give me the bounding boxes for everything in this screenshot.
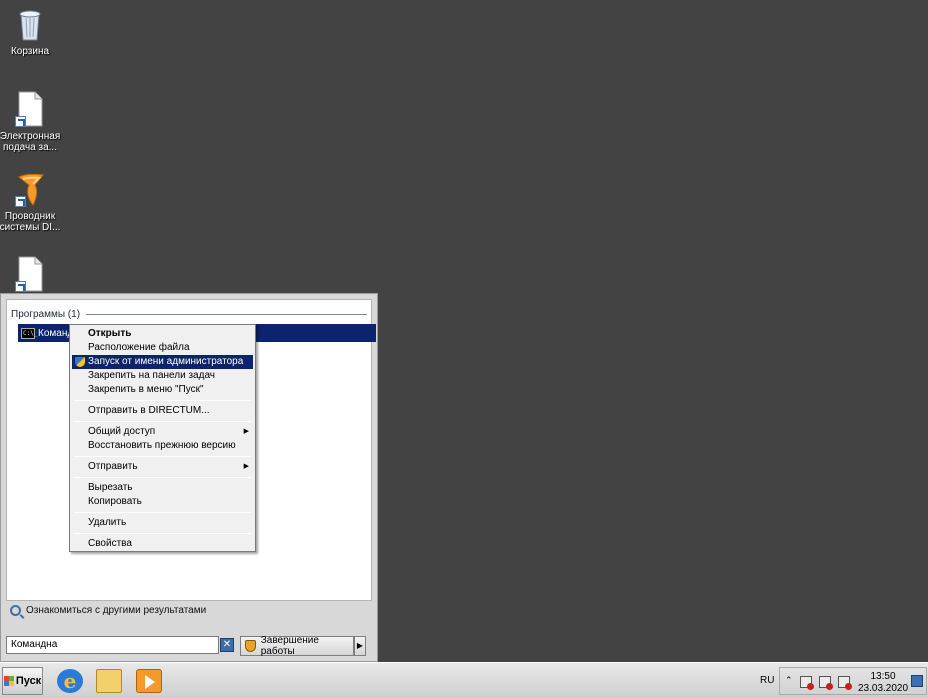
desktop-icon-recycle-bin[interactable]: Корзина — [0, 6, 62, 57]
shutdown-options-arrow[interactable]: ▶ — [354, 636, 366, 656]
network-icon[interactable] — [819, 676, 833, 690]
shutdown-label: Завершение работы — [260, 635, 319, 657]
menu-separator — [74, 421, 251, 422]
language-indicator[interactable]: RU — [760, 675, 774, 686]
taskbar: Пуск e RU ⌃ 13:50 23.03.2020 — [0, 662, 928, 698]
menu-item-label: Свойства — [88, 538, 132, 549]
file-explorer-icon[interactable] — [96, 669, 122, 693]
menu-item-label: Запуск от имени администратора — [88, 356, 244, 367]
menu-separator — [74, 400, 251, 401]
document-shortcut-icon — [13, 91, 47, 127]
desktop-icon-directum-explorer[interactable]: Проводник системы DI... — [0, 171, 62, 233]
shutdown-button[interactable]: Завершение работы — [240, 635, 354, 657]
document-shortcut-icon — [13, 256, 47, 292]
submenu-arrow-icon: ▶ — [243, 428, 249, 435]
internet-explorer-icon[interactable]: e — [57, 669, 83, 693]
see-more-results-link[interactable]: Ознакомиться с другими результатами — [10, 605, 206, 616]
desktop-icon-label: Проводник системы DI... — [0, 211, 61, 233]
menu-separator — [74, 533, 251, 534]
menu-separator — [74, 477, 251, 478]
see-more-results-label: Ознакомиться с другими результатами — [26, 605, 207, 616]
uac-shield-icon — [75, 357, 85, 367]
section-header-label: Программы (1) — [11, 309, 81, 320]
clock-date: 23.03.2020 — [858, 683, 909, 694]
menu-item-label: Отправить в DIRECTUM... — [88, 405, 210, 416]
clock-time: 13:50 — [870, 671, 896, 682]
clock[interactable]: 13:50 23.03.2020 — [858, 671, 908, 695]
volume-icon[interactable] — [838, 676, 852, 690]
clear-search-icon[interactable]: ✕ — [220, 638, 234, 652]
desktop-icon-electronic-submission[interactable]: Электронная подача за... — [0, 91, 62, 153]
desktop-icon-label: Электронная подача за... — [0, 131, 61, 153]
system-tray: ⌃ 13:50 23.03.2020 — [779, 667, 927, 695]
menu-item-label: Открыть — [88, 328, 132, 339]
menu-item-file-location[interactable]: Расположение файла — [72, 341, 253, 355]
start-button[interactable]: Пуск — [2, 667, 43, 695]
show-desktop-icon[interactable] — [911, 675, 923, 687]
section-divider — [86, 314, 367, 315]
menu-item-send-to[interactable]: Отправить ▶ — [72, 460, 253, 474]
menu-item-label: Общий доступ — [88, 426, 156, 437]
shortcut-arrow-icon — [15, 116, 26, 127]
menu-separator — [74, 512, 251, 513]
desktop-icon-label: Корзина — [10, 46, 50, 57]
menu-item-label: Удалить — [88, 517, 127, 528]
menu-item-delete[interactable]: Удалить — [72, 516, 253, 530]
start-button-label: Пуск — [15, 675, 42, 687]
recycle-bin-icon — [13, 6, 47, 42]
menu-item-pin-start[interactable]: Закрепить в меню "Пуск" — [72, 383, 253, 397]
menu-separator — [74, 456, 251, 457]
menu-item-run-as-admin[interactable]: Запуск от имени администратора — [72, 355, 253, 369]
command-prompt-icon: C:\_ — [21, 327, 38, 339]
menu-item-label: Закрепить на панели задач — [88, 370, 215, 381]
menu-item-label: Восстановить прежнюю версию — [88, 440, 236, 451]
menu-item-label: Копировать — [88, 496, 142, 507]
shutdown-lock-icon — [245, 640, 256, 652]
search-input[interactable]: Командна — [6, 636, 219, 654]
submenu-arrow-icon: ▶ — [243, 463, 249, 470]
menu-item-label: Закрепить в меню "Пуск" — [88, 384, 204, 395]
shortcut-arrow-icon — [15, 281, 26, 292]
media-player-icon[interactable] — [136, 669, 162, 693]
directum-shortcut-icon — [13, 171, 47, 207]
results-section-header: Программы (1) — [11, 309, 367, 320]
menu-item-send-to-directum[interactable]: Отправить в DIRECTUM... — [72, 404, 253, 418]
desktop-icon-document[interactable] — [0, 256, 62, 296]
menu-item-share[interactable]: Общий доступ ▶ — [72, 425, 253, 439]
menu-item-copy[interactable]: Копировать — [72, 495, 253, 509]
menu-item-label: Отправить — [88, 461, 138, 472]
windows-logo-icon — [3, 676, 14, 686]
action-center-icon[interactable] — [800, 676, 814, 690]
menu-item-restore-version[interactable]: Восстановить прежнюю версию — [72, 439, 253, 453]
shortcut-arrow-icon — [15, 196, 26, 207]
menu-item-label: Расположение файла — [88, 342, 190, 353]
search-icon — [10, 605, 21, 616]
show-hidden-icons-arrow[interactable]: ⌃ — [785, 675, 793, 686]
context-menu: Открыть Расположение файла Запуск от име… — [69, 324, 256, 552]
menu-item-pin-taskbar[interactable]: Закрепить на панели задач — [72, 369, 253, 383]
menu-item-cut[interactable]: Вырезать — [72, 481, 253, 495]
menu-item-open[interactable]: Открыть — [72, 327, 253, 341]
menu-item-properties[interactable]: Свойства — [72, 537, 253, 551]
menu-item-label: Вырезать — [88, 482, 133, 493]
